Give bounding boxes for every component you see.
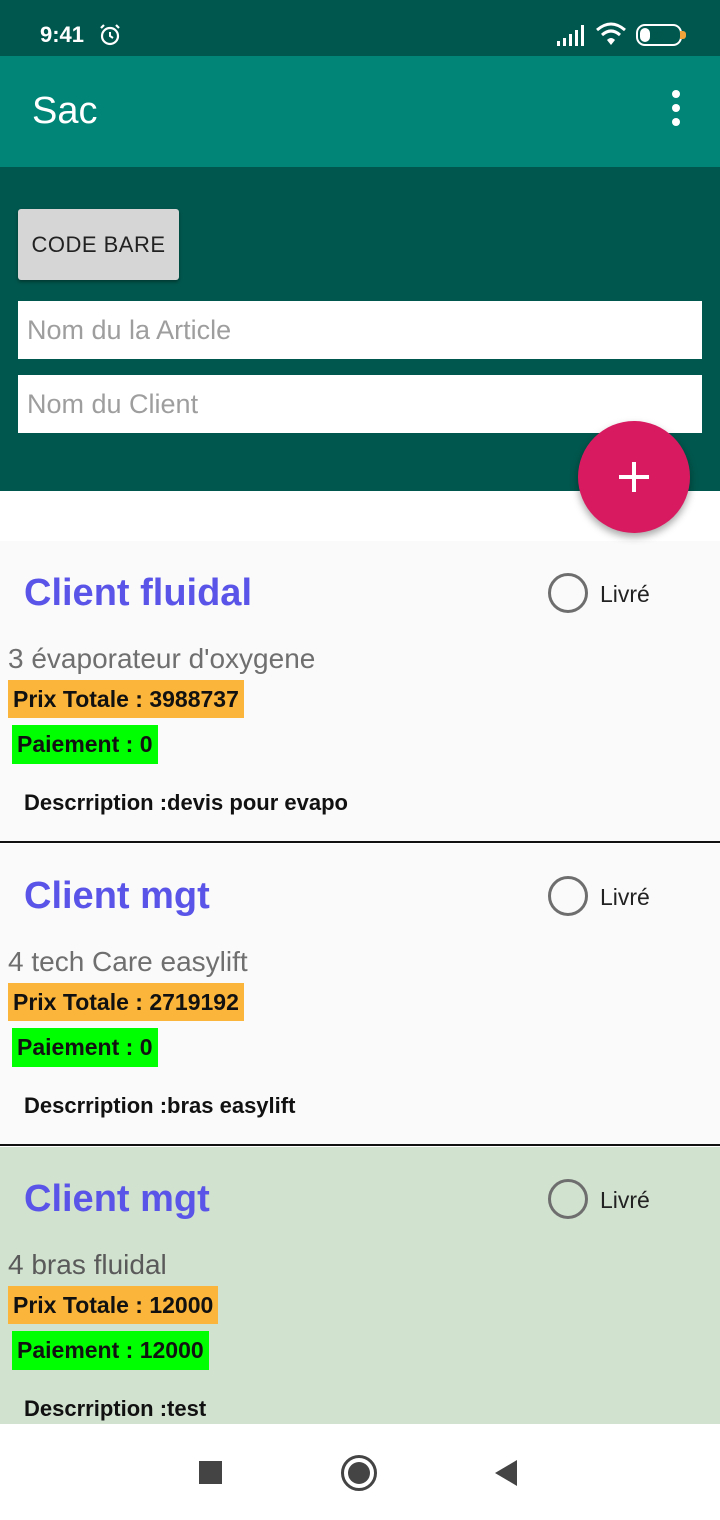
delivered-radio[interactable] — [548, 876, 588, 916]
alarm-icon — [100, 24, 120, 46]
wifi-icon — [596, 22, 626, 45]
delivered-label: Livré — [600, 884, 650, 910]
article-text: 4 bras fluidal — [8, 1249, 167, 1280]
overflow-menu-icon[interactable] — [658, 90, 694, 134]
menu-dot — [672, 104, 680, 112]
description-text: Descrription :test — [24, 1396, 207, 1421]
system-nav-bar — [0, 1424, 720, 1520]
app-screen: 9:41 27 Sac CODE BARE Nom du la Article … — [0, 0, 720, 1520]
status-bar: 9:41 27 — [0, 0, 720, 56]
client-name: Client fluidal — [24, 572, 252, 614]
back-icon[interactable] — [495, 1460, 517, 1486]
payment-badge: Paiement : 0 — [12, 725, 158, 764]
delivered-label: Livré — [600, 581, 650, 607]
delivered-label: Livré — [600, 1187, 650, 1213]
article-text: 4 tech Care easylift — [8, 946, 248, 977]
client-name: Client mgt — [24, 875, 210, 917]
total-price-badge: Prix Totale : 2719192 — [8, 983, 244, 1021]
add-button[interactable] — [578, 421, 690, 533]
signal-icon — [557, 25, 584, 46]
delivered-radio[interactable] — [548, 573, 588, 613]
barcode-button[interactable]: CODE BARE — [18, 209, 179, 280]
order-card[interactable]: Client mgt Livré 4 tech Care easylift Pr… — [0, 844, 720, 1146]
home-icon-dot — [348, 1462, 370, 1484]
plus-icon-stroke — [632, 462, 636, 492]
payment-badge: Paiement : 12000 — [12, 1331, 209, 1370]
order-card[interactable]: Client fluidal Livré 3 évaporateur d'oxy… — [0, 541, 720, 843]
battery-tip — [680, 31, 686, 39]
client-name-input[interactable] — [18, 375, 702, 433]
article-name-input[interactable] — [18, 301, 702, 359]
description-text: Descrription :bras easylift — [24, 1093, 296, 1118]
menu-dot — [672, 90, 680, 98]
description-text: Descrription :devis pour evapo — [24, 790, 348, 815]
battery-percent: 27 — [650, 27, 666, 43]
app-bar: Sac — [0, 56, 720, 167]
total-price-badge: Prix Totale : 3988737 — [8, 680, 244, 718]
payment-badge: Paiement : 0 — [12, 1028, 158, 1067]
menu-dot — [672, 118, 680, 126]
status-time: 9:41 — [40, 22, 85, 47]
total-price-badge: Prix Totale : 12000 — [8, 1286, 219, 1324]
article-text: 3 évaporateur d'oxygene — [8, 643, 316, 674]
battery-icon: 27 — [636, 24, 686, 46]
page-title: Sac — [32, 90, 98, 132]
client-name: Client mgt — [24, 1178, 210, 1220]
recent-apps-icon[interactable] — [199, 1461, 222, 1484]
order-card[interactable]: Client mgt Livré 4 bras fluidal Prix Tot… — [0, 1147, 720, 1424]
delivered-radio[interactable] — [548, 1179, 588, 1219]
home-icon[interactable] — [341, 1455, 377, 1491]
